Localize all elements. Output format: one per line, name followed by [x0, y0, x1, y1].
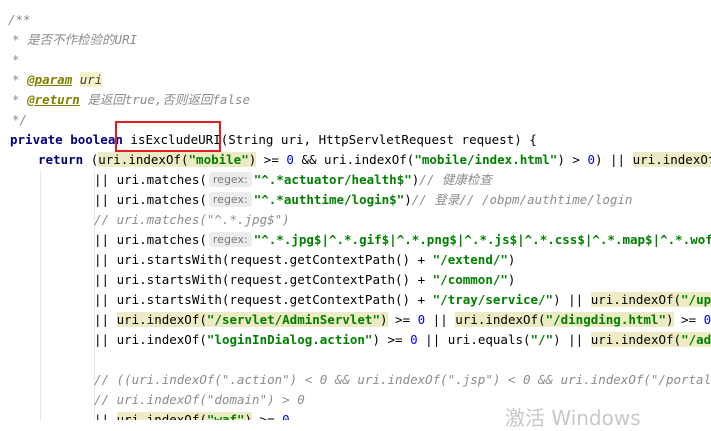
code-token: private boolean [10, 132, 131, 147]
code-token: 0 [703, 312, 711, 327]
code-token: uri.indexOf( [116, 412, 207, 420]
code-token: return [38, 152, 91, 167]
code-line[interactable]: || uri.matches(regex: "^.*.jpg$|^.*.gif$|… [94, 230, 711, 250]
code-token: "/dingding.html" [545, 312, 666, 327]
code-line[interactable]: || uri.matches(regex: "^.*actuator/health… [94, 170, 492, 190]
code-token: "/tray/service/" [432, 292, 554, 307]
code-token: ) || [553, 332, 591, 347]
code-token: uri.indexOf( [632, 152, 711, 167]
code-token: ) || [553, 292, 591, 307]
code-token: "/common/" [432, 272, 508, 287]
code-token: "mobile/index.html" [414, 152, 558, 167]
code-token: || uri.startsWith(request.getContextPath… [94, 272, 433, 287]
code-token: ) [379, 312, 388, 327]
code-token: @param [27, 72, 73, 87]
code-token: || uri.matches( [94, 232, 207, 247]
code-token: >= [256, 152, 287, 167]
code-token: "mobile" [188, 152, 249, 167]
code-line[interactable]: * 是否不作检验的URI [12, 30, 137, 50]
code-token: ) || [594, 152, 633, 167]
code-line[interactable]: || uri.indexOf("loginInDialog.action") >… [94, 330, 711, 350]
code-token: * [12, 72, 28, 87]
code-line[interactable]: || uri.matches(regex: "^.*authtime/login$… [94, 190, 632, 210]
code-token: || uri.equals( [417, 332, 531, 347]
code-token: ) [666, 312, 674, 327]
code-line[interactable]: // ((uri.indexOf(".action") < 0 && uri.i… [94, 370, 711, 390]
code-token: "waf" [206, 412, 245, 420]
code-token: "/extend/" [432, 252, 508, 267]
code-line[interactable]: || uri.startsWith(request.getContextPath… [94, 250, 515, 270]
code-token: >= [387, 312, 418, 327]
code-token: */ [12, 112, 28, 127]
code-line[interactable]: */ [12, 110, 27, 130]
code-token: "/uploads/ [681, 292, 711, 307]
code-token: || uri.startsWith(request.getContextPath… [94, 292, 433, 307]
code-token: || uri.matches( [94, 172, 207, 187]
code-token: 0 [587, 152, 595, 167]
code-line[interactable]: * @param uri [12, 70, 103, 90]
code-token: "loginInDialog.action" [206, 332, 373, 347]
code-token: "^.*actuator/health$" [253, 172, 412, 187]
code-token: || [94, 312, 117, 327]
param-hint: regex: [208, 232, 252, 247]
code-token: ) [507, 252, 516, 267]
activate-windows-watermark: 激活 Windows [505, 406, 641, 430]
code-token: 0 [286, 152, 294, 167]
code-token: // ((uri.indexOf(".action") < 0 && uri.i… [94, 372, 711, 387]
code-token: || uri.matches( [94, 192, 207, 207]
code-line[interactable]: return (uri.indexOf("mobile") >= 0 && ur… [38, 150, 711, 170]
code-token: "/" [530, 332, 554, 347]
code-token: isExcludeURI(String uri, HttpServletRequ… [130, 132, 537, 147]
code-token: "^.*.jpg$|^.*.gif$|^.*.png$|^.*.js$|^.*.… [253, 232, 711, 247]
code-line[interactable]: /** [8, 10, 31, 30]
code-token: // 健康检查 [419, 172, 492, 187]
code-token: ) [404, 192, 412, 207]
code-token: && uri.indexOf( [293, 152, 415, 167]
param-hint: regex: [208, 172, 252, 187]
code-token: uri.indexOf( [98, 152, 189, 167]
code-token: uri.indexOf( [116, 312, 207, 327]
code-token: ) >= [372, 332, 411, 347]
code-editor[interactable]: /** * 是否不作检验的URI * * @param uri * @return 是返… [0, 0, 711, 420]
code-token: 0 [282, 412, 290, 420]
code-line[interactable]: // uri.matches("^.*.jpg$") [94, 210, 290, 230]
code-token: ) > [557, 152, 588, 167]
code-token: "/admin" [681, 332, 711, 347]
code-token: >= [252, 412, 283, 420]
code-token: ) [507, 272, 516, 287]
code-line[interactable]: private boolean isExcludeURI(String uri,… [10, 130, 537, 150]
code-token: "^.*authtime/login$" [253, 192, 405, 207]
code-token: "/servlet/AdminServlet" [206, 312, 380, 327]
code-line[interactable]: * [12, 50, 20, 70]
code-line[interactable]: || uri.startsWith(request.getContextPath… [94, 290, 711, 310]
code-token: // uri.matches("^.*.jpg$") [94, 212, 290, 227]
code-line[interactable]: || uri.indexOf("waf") >= 0 [94, 410, 290, 420]
code-token: // uri.indexOf("domain") > 0 [94, 392, 305, 407]
code-token: uri.indexOf( [590, 292, 682, 307]
code-token: // 登录// /obpm/authtime/login [411, 192, 633, 207]
code-line[interactable]: * @return 是返回true,否则返回false [12, 90, 250, 110]
code-token: || [425, 312, 456, 327]
code-token: || uri.indexOf( [94, 332, 207, 347]
code-token: >= [673, 312, 704, 327]
code-line[interactable]: || uri.startsWith(request.getContextPath… [94, 270, 515, 290]
code-token: * [12, 52, 20, 67]
code-token: 是返回true,否则返回false [79, 92, 251, 107]
code-token: @return [27, 92, 80, 107]
code-token: || [94, 412, 117, 420]
code-token: uri [79, 72, 103, 87]
param-hint: regex: [208, 192, 252, 207]
code-token: ) [244, 412, 253, 420]
code-line[interactable]: // uri.indexOf("domain") > 0 [94, 390, 305, 410]
code-token: /** [8, 12, 31, 27]
code-token: * [12, 92, 28, 107]
code-token: uri.indexOf( [455, 312, 546, 327]
indent-guide [40, 170, 41, 420]
code-token: 0 [410, 332, 418, 347]
code-token: || uri.startsWith(request.getContextPath… [94, 252, 433, 267]
code-token: uri.indexOf( [590, 332, 682, 347]
code-line[interactable]: || uri.indexOf("/servlet/AdminServlet") … [94, 310, 711, 330]
code-token: * 是否不作检验的URI [12, 32, 138, 47]
